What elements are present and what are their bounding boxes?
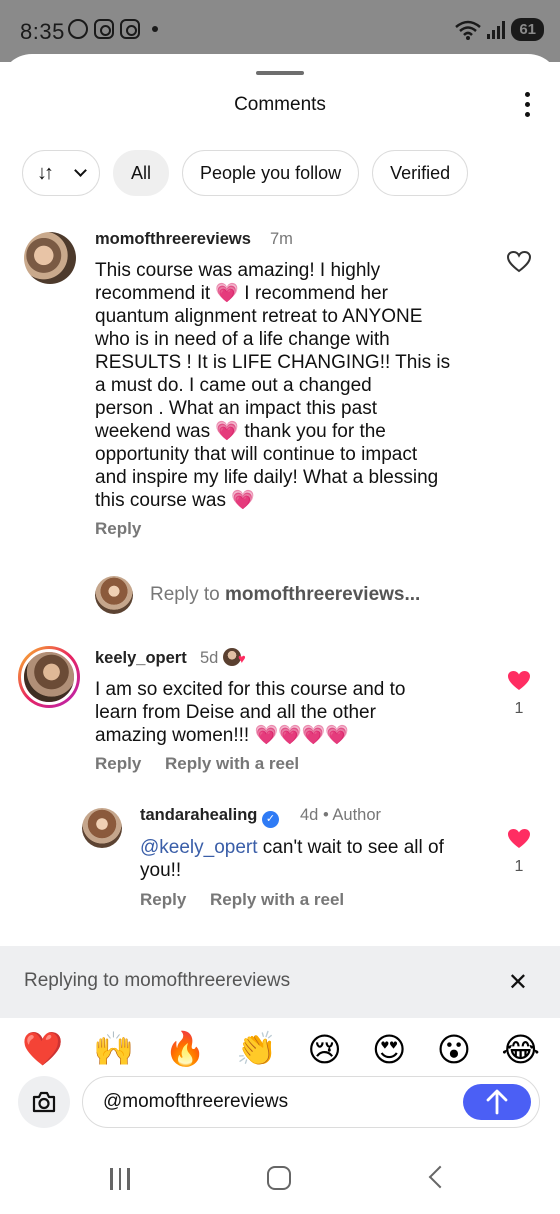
chevron-down-icon [74,164,87,177]
author-label: Author [332,806,382,824]
filter-all-chip[interactable]: All [113,150,170,196]
emoji-crying-button[interactable]: 😢 [307,1030,341,1069]
like-count: 1 [514,858,524,875]
mention-link[interactable]: @keely_opert [140,837,258,858]
my-avatar [95,576,133,614]
comment-username[interactable]: keely_opert [95,649,187,668]
reply-with-reel-button[interactable]: Reply with a reel [165,754,299,774]
send-arrow-icon [486,1089,508,1115]
comment-line: I am so excited for this course and to [95,679,406,700]
comment-text: This course was amazing! I highly recomm… [95,259,450,512]
camera-icon [32,1091,56,1113]
comment-line-rest: can't wait to see all of [257,837,444,858]
comment-line: and inspire my life daily! What a blessi… [95,467,439,488]
liked-by-author-heart-icon: ♥ [237,651,246,666]
notification-icons [68,19,158,39]
reply-button[interactable]: Reply [95,519,141,539]
comment-time: 7m [270,230,293,248]
comment-text: @keely_opert can't wait to see all of yo… [140,836,444,882]
comment-meta: 4d • Author [300,806,382,824]
emoji-heart-button[interactable]: ❤️ [22,1030,63,1069]
emoji-heart-eyes-button[interactable]: 😍 [372,1030,406,1069]
status-bar: 8:35 61 [0,0,560,62]
comment-composer [82,1076,540,1128]
comment-line: you!! [140,860,182,881]
system-nav-bar [0,1150,560,1214]
comment-line: recommend it 💗 I recommend her [95,283,388,304]
comment-line: This course was amazing! I highly [95,260,381,281]
heart-filled-icon[interactable] [507,670,531,692]
comment-line: person . What an impact this past [95,398,377,419]
sheet-title: Comments [234,94,326,115]
drag-handle[interactable] [256,71,304,75]
comment-line: amazing women!!! 💗💗💗💗 [95,725,350,746]
reply-to-prefix: Reply to [150,584,225,605]
comment-time-and-liked-by: 5d ♥ [200,648,246,668]
like-count: 1 [514,700,524,717]
close-icon[interactable]: ✕ [508,968,528,997]
quick-emoji-row: ❤️ 🙌 🔥 👏 😢 😍 😮 😂 [22,1030,540,1069]
wifi-icon [455,20,482,40]
system-icons: 61 [455,18,544,41]
comment-username[interactable]: tandarahealing ✓ [140,806,279,828]
sort-icon: ↓↑ [37,161,54,184]
more-options-icon[interactable] [524,92,530,117]
emoji-laughing-button[interactable]: 😂 [501,1030,540,1069]
avatar-photo [24,652,74,702]
sort-button[interactable]: ↓↑ [22,150,100,196]
emoji-surprised-button[interactable]: 😮 [437,1030,471,1069]
comment-line: learn from Deise and all the other [95,702,376,723]
reply-to-target: momofthreereviews... [224,584,421,605]
comment-line: a must do. I came out a changed [95,375,372,396]
send-button[interactable] [463,1084,531,1120]
whatsapp-icon [68,19,88,39]
comment-line: who is in need of a life change with [95,329,390,350]
avatar-photo [95,576,133,614]
recents-icon[interactable] [110,1168,130,1190]
verified-badge-icon: ✓ [261,811,279,828]
comment-line: @keely_opert can't wait to see all of [140,836,444,859]
comment-line: this course was 💗 [95,490,255,511]
replying-to-text: Replying to momofthreereviews [24,970,291,991]
avatar[interactable] [82,808,122,848]
comment-username[interactable]: momofthreereviews [95,230,251,249]
filter-people-you-follow-chip[interactable]: People you follow [182,150,360,196]
comment-text: I am so excited for this course and to l… [95,678,406,747]
reply-with-reel-button[interactable]: Reply with a reel [210,890,344,910]
reply-button[interactable]: Reply [95,754,141,774]
camera-button[interactable] [18,1076,70,1128]
avatar-story-ring[interactable] [18,646,80,708]
avatar[interactable] [24,232,76,284]
reply-to-prompt[interactable]: Reply to momofthreereviews... [150,584,420,606]
emoji-fire-button[interactable]: 🔥 [165,1030,206,1069]
comment-line: RESULTS ! It is LIFE CHANGING!! This is [95,352,451,373]
battery-indicator: 61 [511,18,544,41]
avatar-photo [24,232,76,284]
heart-filled-icon[interactable] [507,828,531,850]
instagram-icon-2 [120,19,140,39]
comment-line: quantum alignment retreat to ANYONE [95,306,423,327]
signal-icon [487,20,506,39]
heart-outline-icon[interactable] [507,251,531,273]
reply-button[interactable]: Reply [140,890,186,910]
replying-bar: Replying to momofthreereviews ✕ [0,946,560,1018]
instagram-icon [94,19,114,39]
back-icon[interactable] [428,1165,452,1189]
emoji-raised-hands-button[interactable]: 🙌 [93,1030,134,1069]
emoji-clap-button[interactable]: 👏 [236,1030,277,1069]
username-text: tandarahealing [140,806,258,824]
comment-line: opportunity that will continue to impact [95,444,418,465]
comment-line: weekend was 💗 thank you for the [95,421,386,442]
comment-time: 4d [300,806,319,824]
more-notifications-dot [152,26,158,32]
comment-input[interactable] [103,1091,443,1113]
filter-bar: ↓↑ All People you follow Verified [22,150,469,196]
comment-time: 5d [200,649,219,667]
home-icon[interactable] [267,1166,291,1190]
avatar-photo [82,808,122,848]
filter-verified-chip[interactable]: Verified [372,150,469,196]
status-time: 8:35 [20,19,65,44]
